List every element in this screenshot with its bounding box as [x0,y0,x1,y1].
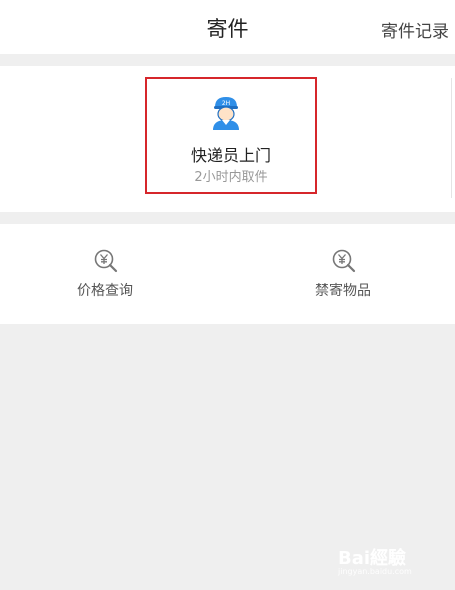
courier-section: 2H 快递员上门 2小时内取件 [0,66,455,212]
top-bar: 寄件 寄件记录 [0,0,455,54]
prohibited-items-label: 禁寄物品 [315,283,371,299]
courier-title: 快递员上门 [190,146,271,165]
prohibited-items-button[interactable]: 禁寄物品 [283,248,403,308]
price-query-button[interactable]: 价格查询 [45,248,165,308]
yuan-search-icon [94,249,118,273]
watermark: Bai經驗 jingyan.baidu.com [338,538,433,578]
shipping-records-link[interactable]: 寄件记录 [381,17,449,42]
watermark-url: jingyan.baidu.com [338,567,412,576]
right-divider [451,78,454,198]
courier-subtitle: 2小时内取件 [194,170,268,185]
yuan-search-icon [332,249,356,273]
courier-avatar-icon: 2H [213,97,239,130]
courier-pickup-button[interactable]: 2H 快递员上门 2小时内取件 [145,77,317,194]
tools-section: 价格查询 禁寄物品 [0,224,455,324]
price-query-label: 价格查询 [77,283,133,299]
svg-text:2H: 2H [222,100,230,107]
